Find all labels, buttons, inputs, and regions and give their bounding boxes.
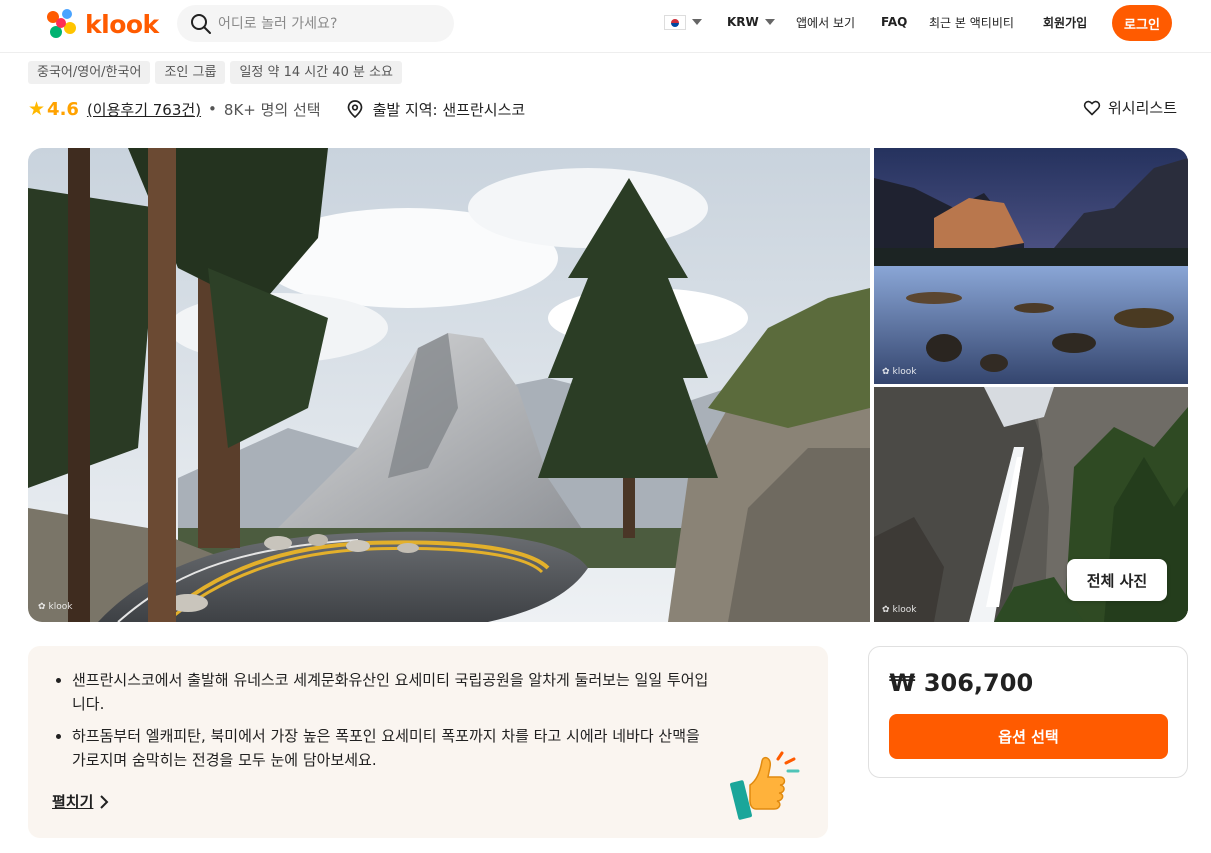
currency-selector[interactable]: KRW xyxy=(727,0,775,44)
chevron-down-icon xyxy=(764,19,775,25)
korea-flag-icon xyxy=(664,14,686,30)
departure-location: 출발 지역: 샌프란시스코 xyxy=(345,99,526,120)
side-photo-el-capitan[interactable]: ✿ klook xyxy=(874,148,1188,384)
expand-label: 펼치기 xyxy=(52,793,94,811)
faq-link[interactable]: FAQ xyxy=(881,0,907,44)
highlights-list: 샌프란시스코에서 출발해 유네스코 세계문화유산인 요세미티 국립공원을 알차게… xyxy=(52,668,712,772)
klook-logo[interactable]: klook xyxy=(43,6,159,42)
rating-score: 4.6 xyxy=(47,98,79,120)
klook-watermark-icon: ✿ xyxy=(882,605,890,615)
language-selector[interactable] xyxy=(664,0,702,44)
login-button[interactable]: 로그인 xyxy=(1112,5,1172,41)
chevron-down-icon xyxy=(692,19,702,25)
photo-watermark: ✿ klook xyxy=(38,602,72,612)
reviews-link[interactable]: (이용후기 763건) xyxy=(87,99,201,120)
price-amount: ₩ 306,700 xyxy=(889,669,1034,697)
highlight-item: 하프돔부터 엘캐피탄, 북미에서 가장 높은 폭포인 요세미티 폭포까지 차를 … xyxy=(52,724,712,772)
search-input[interactable] xyxy=(218,15,438,32)
watermark-text: klook xyxy=(892,605,917,615)
photo-watermark: ✿ klook xyxy=(882,367,916,377)
departure-label: 출발 지역: 샌프란시스코 xyxy=(372,100,526,119)
separator-dot: • xyxy=(208,100,217,118)
chevron-right-icon xyxy=(100,794,109,809)
wishlist-button[interactable]: 위시리스트 xyxy=(1083,97,1177,118)
view-all-photos-button[interactable]: 전체 사진 xyxy=(1067,559,1167,601)
main-photo-half-dome[interactable]: ✿ klook xyxy=(28,148,870,622)
tag-duration: 일정 약 14 시간 40 분 소요 xyxy=(230,61,402,84)
search-bar[interactable] xyxy=(177,5,454,42)
watermark-text: klook xyxy=(48,602,73,612)
klook-logo-icon xyxy=(43,6,79,42)
activity-tags: 중국어/영어/한국어 조인 그룹 일정 약 14 시간 40 분 소요 xyxy=(28,61,402,84)
select-option-button[interactable]: 옵션 선택 xyxy=(889,714,1168,759)
expand-button[interactable]: 펼치기 xyxy=(52,791,109,812)
wishlist-label: 위시리스트 xyxy=(1108,99,1178,117)
watermark-text: klook xyxy=(892,367,917,377)
tag-language: 중국어/영어/한국어 xyxy=(28,61,151,84)
klook-watermark-icon: ✿ xyxy=(38,602,46,612)
search-icon xyxy=(191,13,211,34)
recent-activities-link[interactable]: 최근 본 액티비티 xyxy=(929,0,1014,44)
highlights-box: 샌프란시스코에서 출발해 유네스코 세계문화유산인 요세미티 국립공원을 알차게… xyxy=(28,646,828,838)
tag-group: 조인 그룹 xyxy=(155,61,226,84)
klook-watermark-icon: ✿ xyxy=(882,367,890,377)
signup-link[interactable]: 회원가입 xyxy=(1043,0,1087,44)
rating-row: ★ 4.6 (이용후기 763건) • 8K+ 명의 선택 출발 지역: 샌프란… xyxy=(28,96,525,122)
heart-icon xyxy=(1083,100,1101,115)
price-panel: ₩ 306,700 옵션 선택 xyxy=(868,646,1188,778)
thumbs-up-icon xyxy=(728,751,808,827)
photo-gallery: ✿ klook ✿ klook ✿ klook xyxy=(28,148,1188,622)
star-icon: ★ xyxy=(28,98,46,120)
currency-label: KRW xyxy=(727,15,759,29)
booked-count: 8K+ 명의 선택 xyxy=(223,100,321,119)
photo-watermark: ✿ klook xyxy=(882,605,916,615)
app-link[interactable]: 앱에서 보기 xyxy=(796,0,855,44)
location-pin-icon xyxy=(347,100,362,119)
highlight-item: 샌프란시스코에서 출발해 유네스코 세계문화유산인 요세미티 국립공원을 알차게… xyxy=(52,668,712,716)
top-header: klook KRW 앱에서 보기 FAQ 최근 본 액티비티 회원가입 로그인 xyxy=(0,0,1211,53)
logo-text: klook xyxy=(85,9,159,39)
